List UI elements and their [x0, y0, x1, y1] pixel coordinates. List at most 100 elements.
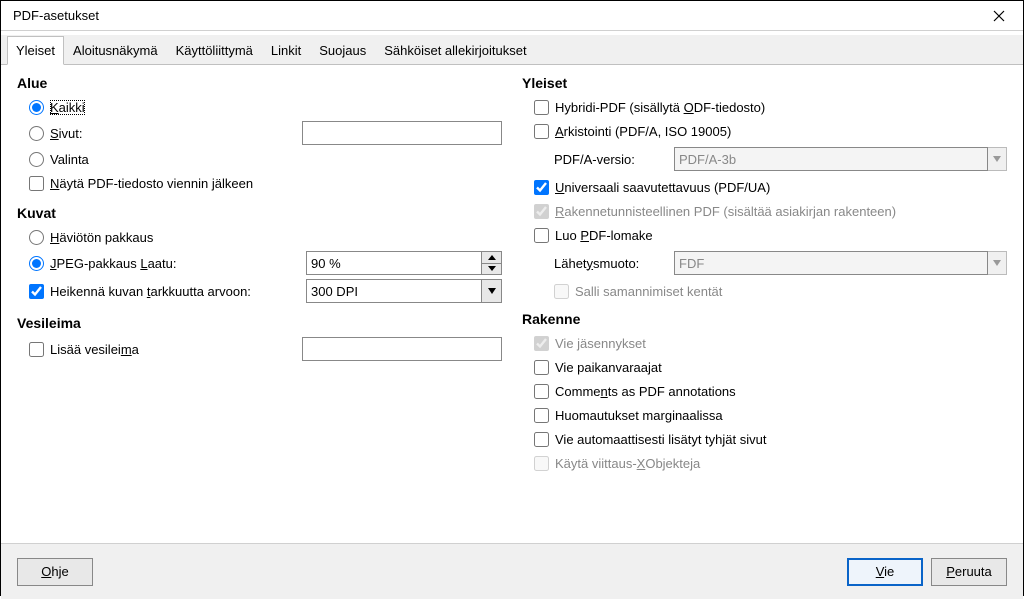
jpeg-quality-spinner[interactable] — [306, 251, 502, 275]
placeholders-label[interactable]: Vie paikanvaraajat — [555, 360, 662, 375]
notes-margin-row: Huomautukset marginaalissa — [522, 403, 1007, 427]
pdfa-version-label: PDF/A-versio: — [554, 152, 674, 167]
tab-user-interface[interactable]: Käyttöliittymä — [167, 36, 262, 65]
tab-initial-view[interactable]: Aloitusnäkymä — [64, 36, 167, 65]
submit-format-row: Lähetysmuoto: — [522, 247, 1007, 279]
range-pages-radio[interactable] — [29, 126, 44, 141]
hybrid-checkbox[interactable] — [534, 100, 549, 115]
ua-checkbox[interactable] — [534, 180, 549, 195]
hybrid-row: Hybridi-PDF (sisällytä ODF-tiedosto) — [522, 95, 1007, 119]
auto-blank-row: Vie automaattisesti lisätyt tyhjät sivut — [522, 427, 1007, 451]
jpeg-label[interactable]: JPEG-pakkaus Laatu: — [50, 256, 176, 271]
tab-signatures[interactable]: Sähköiset allekirjoitukset — [375, 36, 535, 65]
tagged-checkbox — [534, 204, 549, 219]
left-column: Alue Kaikki Sivut: Valinta Näytä PDF-tie… — [17, 73, 512, 543]
jpeg-spinner-buttons — [482, 251, 502, 275]
lossless-label[interactable]: Häviötön pakkaus — [50, 230, 153, 245]
placeholders-row: Vie paikanvaraajat — [522, 355, 1007, 379]
export-button[interactable]: Vie — [847, 558, 923, 586]
jpeg-spinner-up[interactable] — [482, 252, 501, 264]
dup-fields-checkbox — [554, 284, 569, 299]
dup-fields-row: Salli samannimiset kentät — [522, 279, 1007, 303]
range-selection-row: Valinta — [17, 147, 502, 171]
jpeg-quality-input[interactable] — [306, 251, 482, 275]
watermark-checkbox[interactable] — [29, 342, 44, 357]
jpeg-spinner-down[interactable] — [482, 264, 501, 275]
form-label[interactable]: Luo PDF-lomake — [555, 228, 653, 243]
tagged-row: Rakennetunnisteellinen PDF (sisältää asi… — [522, 199, 1007, 223]
archive-row: Arkistointi (PDF/A, ISO 19005) — [522, 119, 1007, 143]
hybrid-label[interactable]: Hybridi-PDF (sisällytä ODF-tiedosto) — [555, 100, 765, 115]
comments-checkbox[interactable] — [534, 384, 549, 399]
submit-format-combo — [674, 251, 1007, 275]
images-heading: Kuvat — [17, 203, 502, 225]
archive-checkbox[interactable] — [534, 124, 549, 139]
close-button[interactable] — [987, 4, 1011, 28]
reduce-res-label[interactable]: Heikennä kuvan tarkkuutta arvoon: — [50, 284, 251, 299]
watermark-heading: Vesileima — [17, 313, 502, 335]
pdfa-version-row: PDF/A-versio: — [522, 143, 1007, 175]
dialog-footer: Ohje Vie Peruuta — [1, 543, 1023, 599]
tab-links[interactable]: Linkit — [262, 36, 310, 65]
watermark-input[interactable] — [302, 337, 502, 361]
reduce-res-dropdown-button[interactable] — [482, 279, 502, 303]
structure-heading: Rakenne — [522, 309, 1007, 331]
jpeg-row: JPEG-pakkaus Laatu: — [17, 249, 502, 277]
outlines-label: Vie jäsennykset — [555, 336, 646, 351]
archive-label[interactable]: Arkistointi (PDF/A, ISO 19005) — [555, 124, 731, 139]
form-row: Luo PDF-lomake — [522, 223, 1007, 247]
reduce-res-row: Heikennä kuvan tarkkuutta arvoon: — [17, 277, 502, 305]
cancel-button[interactable]: Peruuta — [931, 558, 1007, 586]
form-checkbox[interactable] — [534, 228, 549, 243]
close-icon — [993, 10, 1005, 22]
general-heading: Yleiset — [522, 73, 1007, 95]
chevron-down-icon — [993, 156, 1001, 162]
range-all-label[interactable]: Kaikki — [50, 100, 85, 115]
placeholders-checkbox[interactable] — [534, 360, 549, 375]
pdfa-version-dropdown-button — [988, 147, 1007, 171]
view-after-label[interactable]: Näytä PDF-tiedosto viennin jälkeen — [50, 176, 253, 191]
range-all-row: Kaikki — [17, 95, 502, 119]
chevron-down-icon — [488, 266, 496, 271]
chevron-down-icon — [993, 260, 1001, 266]
pdfa-version-input — [674, 147, 988, 171]
submit-format-dropdown-button — [988, 251, 1007, 275]
help-button[interactable]: Ohje — [17, 558, 93, 586]
auto-blank-label[interactable]: Vie automaattisesti lisätyt tyhjät sivut — [555, 432, 766, 447]
notes-margin-checkbox[interactable] — [534, 408, 549, 423]
ua-row: Universaali saavutettavuus (PDF/UA) — [522, 175, 1007, 199]
pdfa-version-combo — [674, 147, 1007, 171]
xobjects-row: Käytä viittaus-XObjekteja — [522, 451, 1007, 475]
jpeg-radio[interactable] — [29, 256, 44, 271]
reduce-res-checkbox[interactable] — [29, 284, 44, 299]
tab-bar: Yleiset Aloitusnäkymä Käyttöliittymä Lin… — [1, 35, 1023, 65]
xobjects-label: Käytä viittaus-XObjekteja — [555, 456, 700, 471]
comments-row: Comments as PDF annotations — [522, 379, 1007, 403]
dup-fields-label: Salli samannimiset kentät — [575, 284, 722, 299]
window-title: PDF-asetukset — [13, 8, 99, 23]
tab-security[interactable]: Suojaus — [310, 36, 375, 65]
range-selection-label[interactable]: Valinta — [50, 152, 89, 167]
range-pages-label[interactable]: Sivut: — [50, 126, 83, 141]
submit-format-label: Lähetysmuoto: — [554, 256, 674, 271]
range-selection-radio[interactable] — [29, 152, 44, 167]
outlines-checkbox — [534, 336, 549, 351]
watermark-label[interactable]: Lisää vesileima — [50, 342, 139, 357]
submit-format-input — [674, 251, 988, 275]
view-after-row: Näytä PDF-tiedosto viennin jälkeen — [17, 171, 502, 195]
reduce-res-input[interactable] — [306, 279, 482, 303]
ua-label[interactable]: Universaali saavutettavuus (PDF/UA) — [555, 180, 770, 195]
view-after-checkbox[interactable] — [29, 176, 44, 191]
right-column: Yleiset Hybridi-PDF (sisällytä ODF-tiedo… — [512, 73, 1007, 543]
tab-general[interactable]: Yleiset — [7, 36, 64, 65]
watermark-row: Lisää vesileima — [17, 335, 502, 363]
title-bar: PDF-asetukset — [1, 1, 1023, 31]
auto-blank-checkbox[interactable] — [534, 432, 549, 447]
lossless-radio[interactable] — [29, 230, 44, 245]
notes-margin-label[interactable]: Huomautukset marginaalissa — [555, 408, 723, 423]
outlines-row: Vie jäsennykset — [522, 331, 1007, 355]
reduce-res-combo[interactable] — [306, 279, 502, 303]
range-pages-input[interactable] — [302, 121, 502, 145]
range-all-radio[interactable] — [29, 100, 44, 115]
comments-label[interactable]: Comments as PDF annotations — [555, 384, 736, 399]
